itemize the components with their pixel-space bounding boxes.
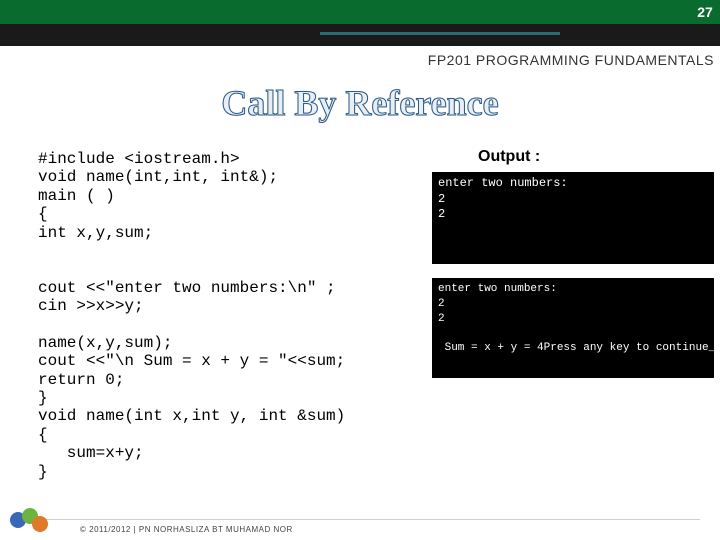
page-number: 27 (690, 0, 720, 24)
institution-logo-icon (8, 508, 52, 536)
logo-disc-icon (32, 516, 48, 532)
header-band-dark (0, 24, 720, 46)
output-label: Output : (478, 148, 540, 166)
terminal-output-1: enter two numbers: 2 2 (432, 172, 714, 264)
footer-copyright: © 2011/2012 | PN NORHASLIZA BT MUHAMAD N… (80, 525, 293, 534)
code-block: #include <iostream.h> void name(int,int,… (38, 150, 418, 481)
terminal-output-2: enter two numbers: 2 2 Sum = x + y = 4Pr… (432, 278, 714, 378)
slide-title: Call By Reference (221, 82, 498, 124)
header-accent-line (320, 32, 560, 35)
course-code: FP201 PROGRAMMING FUNDAMENTALS (428, 52, 714, 68)
slide: 27 FP201 PROGRAMMING FUNDAMENTALS Call B… (0, 0, 720, 540)
header-band-green (0, 0, 720, 24)
footer-divider (36, 519, 700, 520)
